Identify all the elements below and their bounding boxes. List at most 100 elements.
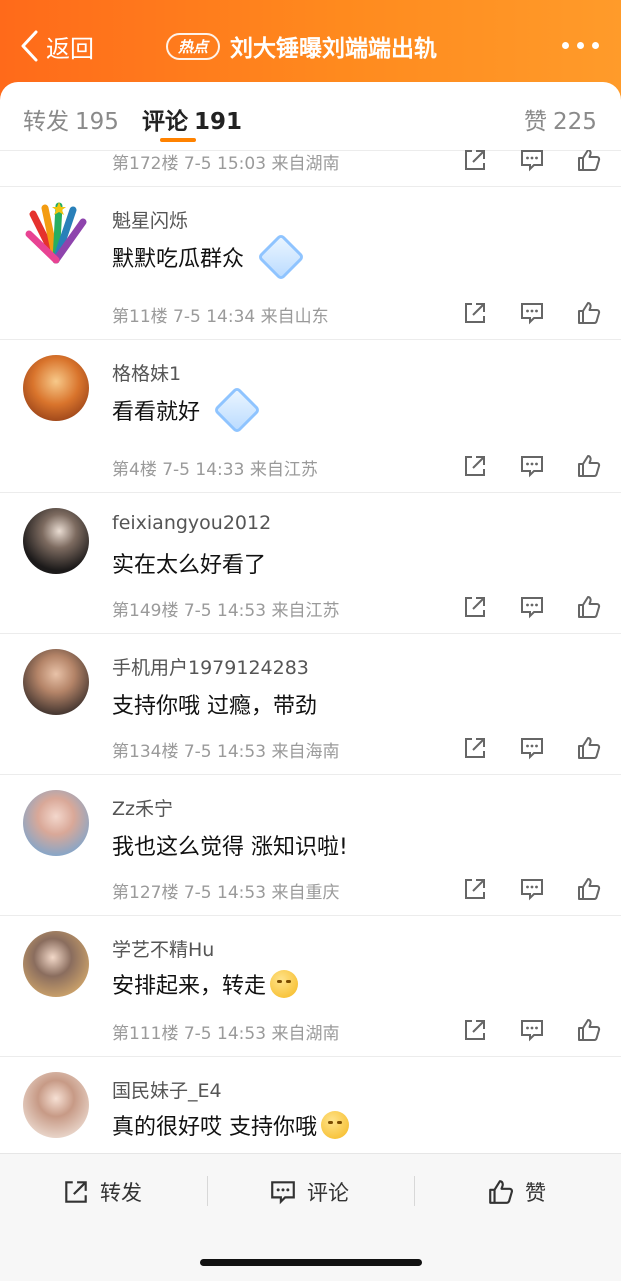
comment-meta: 第127楼 7-5 14:53 来自重庆 <box>112 878 339 903</box>
comment-time: 14:33 <box>195 460 245 480</box>
floor-number: 第172楼 <box>112 154 179 174</box>
repost-label: 转发 <box>100 1181 142 1205</box>
comment-username[interactable]: 魁星闪烁 <box>112 206 188 233</box>
divider <box>414 1176 415 1206</box>
comment-list: 第172楼 7-5 15:03 来自湖南 魁星闪烁 默默吃瓜群众 第11楼 7-… <box>0 150 621 1153</box>
comment-username[interactable]: 格格妹1 <box>112 359 181 386</box>
comment-username[interactable]: 学艺不精Hu <box>112 935 214 962</box>
comment-location: 来自山东 <box>260 307 329 327</box>
comment-meta: 第134楼 7-5 14:53 来自海南 <box>112 737 339 762</box>
smile-emoji-icon <box>270 970 299 998</box>
more-options-button[interactable] <box>562 30 599 60</box>
comment-time: 14:53 <box>217 883 267 903</box>
like-icon[interactable] <box>576 1017 602 1043</box>
active-tab-indicator <box>160 138 196 142</box>
share-icon[interactable] <box>462 453 488 479</box>
comment-date: 7-5 <box>183 601 212 621</box>
comment-meta: 第149楼 7-5 14:53 来自江苏 <box>112 596 339 621</box>
share-icon[interactable] <box>462 876 488 902</box>
share-icon[interactable] <box>462 150 488 173</box>
comment-date: 7-5 <box>183 883 212 903</box>
comment-location: 来自湖南 <box>271 1024 340 1044</box>
share-icon[interactable] <box>462 735 488 761</box>
tab-likes[interactable]: 赞 225 <box>524 102 597 136</box>
comment-location: 来自江苏 <box>249 460 318 480</box>
comment-meta: 第172楼 7-5 15:03 来自湖南 <box>112 150 339 174</box>
reply-icon[interactable] <box>519 1017 545 1043</box>
dot-icon <box>562 41 569 49</box>
like-icon[interactable] <box>576 300 602 326</box>
comment-date: 7-5 <box>183 742 212 762</box>
divider <box>207 1176 208 1206</box>
floor-number: 第11楼 <box>112 307 168 327</box>
comment-body: 实在太么好看了 <box>112 553 267 578</box>
comment-location: 来自湖南 <box>271 154 340 174</box>
comment-date: 7-5 <box>162 460 191 480</box>
share-icon[interactable] <box>462 1017 488 1043</box>
comment-text: 真的很好哎 支持你哦 <box>112 1109 349 1141</box>
like-button[interactable]: 赞 <box>487 1174 546 1210</box>
comment-body: 默默吃瓜群众 <box>112 247 245 272</box>
comment-button[interactable]: 评论 <box>269 1174 349 1210</box>
reply-icon[interactable] <box>519 300 545 326</box>
share-icon[interactable] <box>462 594 488 620</box>
tab-comments[interactable]: 评论 191 <box>142 102 242 136</box>
comment-username[interactable]: Zz禾宁 <box>112 794 173 821</box>
comment-username[interactable]: 手机用户1979124283 <box>112 653 309 680</box>
reply-icon[interactable] <box>519 876 545 902</box>
comment-date: 7-5 <box>173 307 201 327</box>
reply-icon[interactable] <box>519 150 545 173</box>
reply-icon[interactable] <box>519 594 545 620</box>
comment-item: 国民妹子_E4 真的很好哎 支持你哦 <box>0 1056 621 1153</box>
share-icon[interactable] <box>462 300 488 326</box>
comment-time: 14:53 <box>217 1024 267 1044</box>
comment-meta: 第111楼 7-5 14:53 来自湖南 <box>112 1019 339 1044</box>
like-icon[interactable] <box>576 453 602 479</box>
avatar[interactable] <box>23 931 89 997</box>
star-burst-avatar <box>25 202 87 264</box>
repost-button[interactable]: 转发 <box>62 1174 142 1210</box>
comment-body: 真的很好哎 支持你哦 <box>112 1115 317 1140</box>
comment-time: 14:53 <box>217 601 267 621</box>
like-label: 赞 <box>525 1181 546 1205</box>
comment-text: 安排起来，转走 <box>112 968 299 1000</box>
diamond-sticker-icon <box>212 385 262 435</box>
avatar[interactable] <box>23 1072 89 1138</box>
comment-time: 14:34 <box>206 307 256 327</box>
floor-number: 第4楼 <box>112 460 157 480</box>
like-icon[interactable] <box>576 594 602 620</box>
avatar[interactable] <box>23 790 89 856</box>
like-icon[interactable] <box>576 876 602 902</box>
avatar[interactable] <box>23 508 89 574</box>
comment-actions <box>462 452 602 480</box>
hot-badge: 热点 <box>166 32 221 60</box>
comment-location: 来自江苏 <box>271 601 340 621</box>
tab-repost[interactable]: 转发 195 <box>23 102 119 136</box>
comment-item: Zz禾宁 我也这么觉得 涨知识啦! 第127楼 7-5 14:53 来自重庆 <box>0 774 621 916</box>
avatar[interactable] <box>23 649 89 715</box>
tab-bar: 转发 195 评论 191 赞 225 <box>0 82 621 151</box>
back-button[interactable]: 返回 <box>18 26 94 66</box>
dot-icon <box>592 41 599 49</box>
comment-item: 学艺不精Hu 安排起来，转走 第111楼 7-5 14:53 来自湖南 <box>0 915 621 1057</box>
avatar[interactable] <box>23 200 89 266</box>
reply-icon[interactable] <box>519 735 545 761</box>
comment-username[interactable]: feixiangyou2012 <box>112 512 271 534</box>
comment-body: 看看就好 <box>112 400 201 425</box>
comment-username[interactable]: 国民妹子_E4 <box>112 1076 222 1103</box>
diamond-sticker-icon <box>256 232 306 282</box>
like-icon[interactable] <box>576 735 602 761</box>
comment-meta: 第4楼 7-5 14:33 来自江苏 <box>112 455 318 480</box>
comment-body: 我也这么觉得 涨知识啦! <box>112 835 348 860</box>
comment-text: 看看就好 <box>112 385 262 435</box>
avatar[interactable] <box>23 355 89 421</box>
home-indicator <box>200 1259 422 1266</box>
comment-text: 实在太么好看了 <box>112 547 266 579</box>
page-title: 热点 刘大锤曝刘端端出轨 <box>166 26 437 66</box>
tab-label: 赞 <box>524 109 547 135</box>
like-icon[interactable] <box>576 150 602 173</box>
comment-label: 评论 <box>307 1181 349 1205</box>
reply-icon[interactable] <box>519 453 545 479</box>
comment-text: 默默吃瓜群众 <box>112 232 306 282</box>
comment-item: 手机用户1979124283 支持你哦 过瘾，带劲 第134楼 7-5 14:5… <box>0 633 621 775</box>
